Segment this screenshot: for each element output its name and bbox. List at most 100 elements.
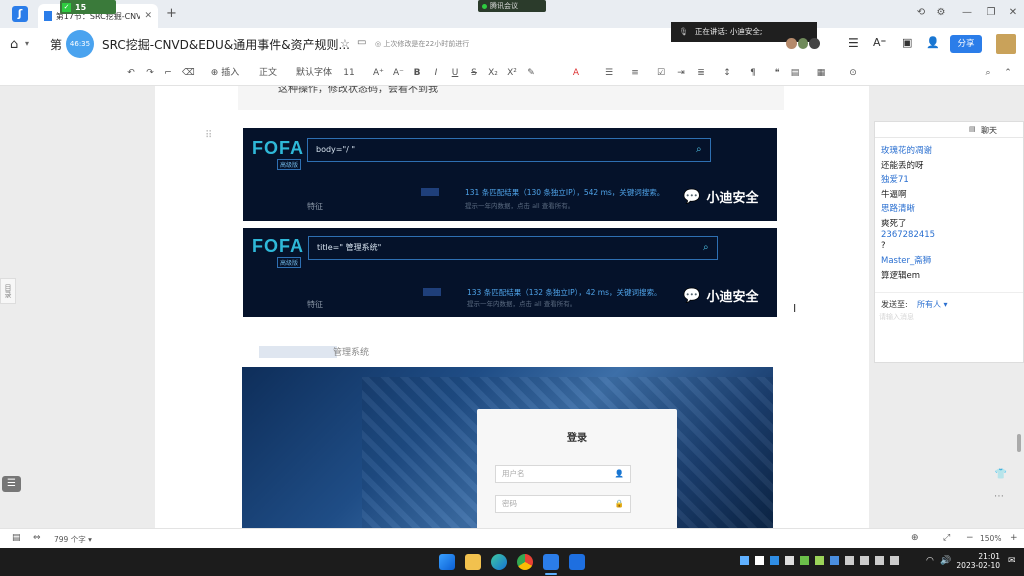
highlight-icon[interactable]: ✎ <box>526 66 536 80</box>
volume-icon[interactable]: 🔊 <box>940 556 951 566</box>
tray-icon <box>815 556 824 565</box>
folder-icon[interactable]: ▭ <box>357 37 366 48</box>
location-icon[interactable]: ⊕ <box>911 533 919 543</box>
chat-input[interactable]: 请输入消息 <box>879 312 1019 358</box>
format-painter-icon[interactable]: ⌐ <box>163 66 173 80</box>
search-icon[interactable]: ⌕ <box>983 66 993 80</box>
chat-message: 独爱71 牛逼啊 <box>881 173 909 200</box>
notification-icon[interactable]: ✉ <box>1008 556 1016 566</box>
zoom-out-icon[interactable]: − <box>966 533 974 543</box>
outline-tab[interactable]: 目录 <box>0 278 16 304</box>
style-select[interactable]: 正文 <box>258 66 278 80</box>
present-icon[interactable]: ▣ <box>902 36 912 49</box>
more-icon[interactable]: ⊙ <box>848 66 858 80</box>
shirt-icon[interactable]: 👕 <box>992 469 1010 485</box>
bullet-list-icon[interactable]: ☰ <box>604 66 614 80</box>
clock[interactable]: 21:01 2023-02-10 <box>956 552 1000 570</box>
minimize-icon[interactable]: — <box>960 6 974 20</box>
refresh-icon[interactable]: ⟲ <box>914 6 928 20</box>
document-header: ⌂ ▾ 第 46:35 SRC挖掘-CNVD&EDU&通用事件&资产规则... … <box>0 22 1024 60</box>
tray-icon <box>830 556 839 565</box>
tray-icon <box>755 556 764 565</box>
quote-icon[interactable]: ❝ <box>772 66 782 80</box>
chat-text: 算逻辑em <box>881 271 921 281</box>
italic-icon[interactable]: I <box>431 66 441 80</box>
tray-icons[interactable] <box>740 556 900 568</box>
windows-start-icon[interactable] <box>439 554 455 570</box>
subscript-icon[interactable]: X₂ <box>488 66 498 80</box>
doc-app-icon[interactable] <box>543 554 559 570</box>
window-close-icon[interactable]: ✕ <box>1006 6 1020 20</box>
edge-browser-icon[interactable] <box>491 554 507 570</box>
star-icon[interactable]: ☆ <box>340 37 350 50</box>
underline-icon[interactable]: U <box>450 66 460 80</box>
chrome-icon[interactable] <box>517 554 533 570</box>
image-caption: 管理系统 <box>333 348 370 358</box>
collaborator-avatars[interactable] <box>786 38 821 52</box>
send-to-select[interactable]: 所有人 ▾ <box>917 299 948 310</box>
document-canvas: 目录 ☰ 这种操作，修改状态码，会看不到我 ⠿ FOFA 高级版 body="/… <box>0 86 1024 528</box>
word-count[interactable]: 799 个字 ▾ <box>54 534 92 545</box>
share-button[interactable]: 分享 <box>950 35 982 53</box>
align-icon[interactable]: ≣ <box>696 66 706 80</box>
toc-toggle-button[interactable]: ☰ <box>2 476 21 492</box>
fullscreen-icon[interactable]: ⤢ <box>943 533 950 543</box>
username-field[interactable]: 用户名 👤 <box>495 465 631 483</box>
new-tab-button[interactable]: + <box>166 6 177 21</box>
font-shrink-icon[interactable]: A⁻ <box>393 66 404 80</box>
clear-format-icon[interactable]: ⌫ <box>182 66 195 80</box>
collapse-icon[interactable]: ⌃ <box>1003 66 1013 80</box>
comment-icon[interactable]: ▤ <box>790 66 800 80</box>
text-format-icon[interactable]: A⁼ <box>873 36 886 49</box>
fofa-result-image-2[interactable]: FOFA 高级版 title=" 管理系统" ⌕ 133 条匹配结果（132 条… <box>243 228 777 317</box>
timer-badge: 46:35 <box>66 30 94 58</box>
undo-icon[interactable]: ↶ <box>126 66 136 80</box>
tray-icon <box>740 556 749 565</box>
wifi-icon[interactable]: ◠ <box>926 556 934 566</box>
font-color-icon[interactable]: A <box>571 66 581 80</box>
fofa-result-image-1[interactable]: FOFA 高级版 body="/ " ⌕ 131 条匹配结果（130 条独立IP… <box>243 128 777 221</box>
font-select[interactable]: 默认字体 <box>294 66 334 80</box>
table-icon[interactable]: ▦ <box>816 66 826 80</box>
drag-handle-icon[interactable]: ⠿ <box>205 130 212 141</box>
app-logo-icon[interactable]: ʃ <box>12 6 28 22</box>
file-explorer-icon[interactable] <box>465 554 481 570</box>
login-page-image[interactable]: 登录 用户名 👤 密码 🔒 <box>242 367 773 528</box>
paragraph-icon[interactable]: ¶ <box>748 66 758 80</box>
settings-icon[interactable]: ⚙ <box>934 6 948 20</box>
document-page[interactable]: 这种操作，修改状态码，会看不到我 ⠿ FOFA 高级版 body="/ " ⌕ … <box>155 86 869 528</box>
checklist-icon[interactable]: ☑ <box>656 66 666 80</box>
strikethrough-icon[interactable]: S <box>469 66 479 80</box>
font-grow-icon[interactable]: A⁺ <box>373 66 384 80</box>
meeting-indicator[interactable]: 腾讯会议 <box>478 0 546 12</box>
password-field[interactable]: 密码 🔒 <box>495 495 631 513</box>
bold-icon[interactable]: B <box>412 66 422 80</box>
wechat-watermark: 💬 小迪安全 <box>683 188 759 207</box>
user-avatar[interactable] <box>996 34 1016 54</box>
superscript-icon[interactable]: X² <box>507 66 517 80</box>
mic-icon: 🎙 <box>679 27 689 36</box>
redo-icon[interactable]: ↷ <box>145 66 155 80</box>
outline-icon[interactable]: ▤ <box>12 533 21 543</box>
close-icon[interactable]: ✕ <box>144 11 152 21</box>
more-options-icon[interactable]: ⋯ <box>994 491 1004 502</box>
chat-sender: 独爱71 <box>881 175 909 185</box>
page-width-icon[interactable]: ⇔ <box>33 533 41 543</box>
scrollbar-thumb[interactable] <box>1017 434 1021 452</box>
windows-taskbar: ◠ 🔊 21:01 2023-02-10 ✉ <box>0 548 1024 576</box>
home-icon[interactable]: ⌂ <box>10 37 18 52</box>
numbered-list-icon[interactable]: ≡ <box>630 66 640 80</box>
menu-icon[interactable]: ☰ <box>848 36 859 50</box>
zoom-in-icon[interactable]: + <box>1010 533 1018 543</box>
indent-icon[interactable]: ⇥ <box>676 66 686 80</box>
insert-button[interactable]: ⊕ 插入 <box>208 66 242 80</box>
maximize-icon[interactable]: ❐ <box>984 6 998 20</box>
meeting-app-icon[interactable] <box>569 554 585 570</box>
chevron-down-icon[interactable]: ▾ <box>25 39 29 48</box>
add-user-icon[interactable]: 👤 <box>926 36 940 49</box>
font-size-select[interactable]: 11 <box>343 66 355 80</box>
line-spacing-icon[interactable]: ↕ <box>722 66 732 80</box>
zoom-level[interactable]: 150% <box>980 534 1001 543</box>
tab-counter-badge: ✓ 15 <box>60 0 116 14</box>
document-title[interactable]: SRC挖掘-CNVD&EDU&通用事件&资产规则... <box>102 36 350 53</box>
